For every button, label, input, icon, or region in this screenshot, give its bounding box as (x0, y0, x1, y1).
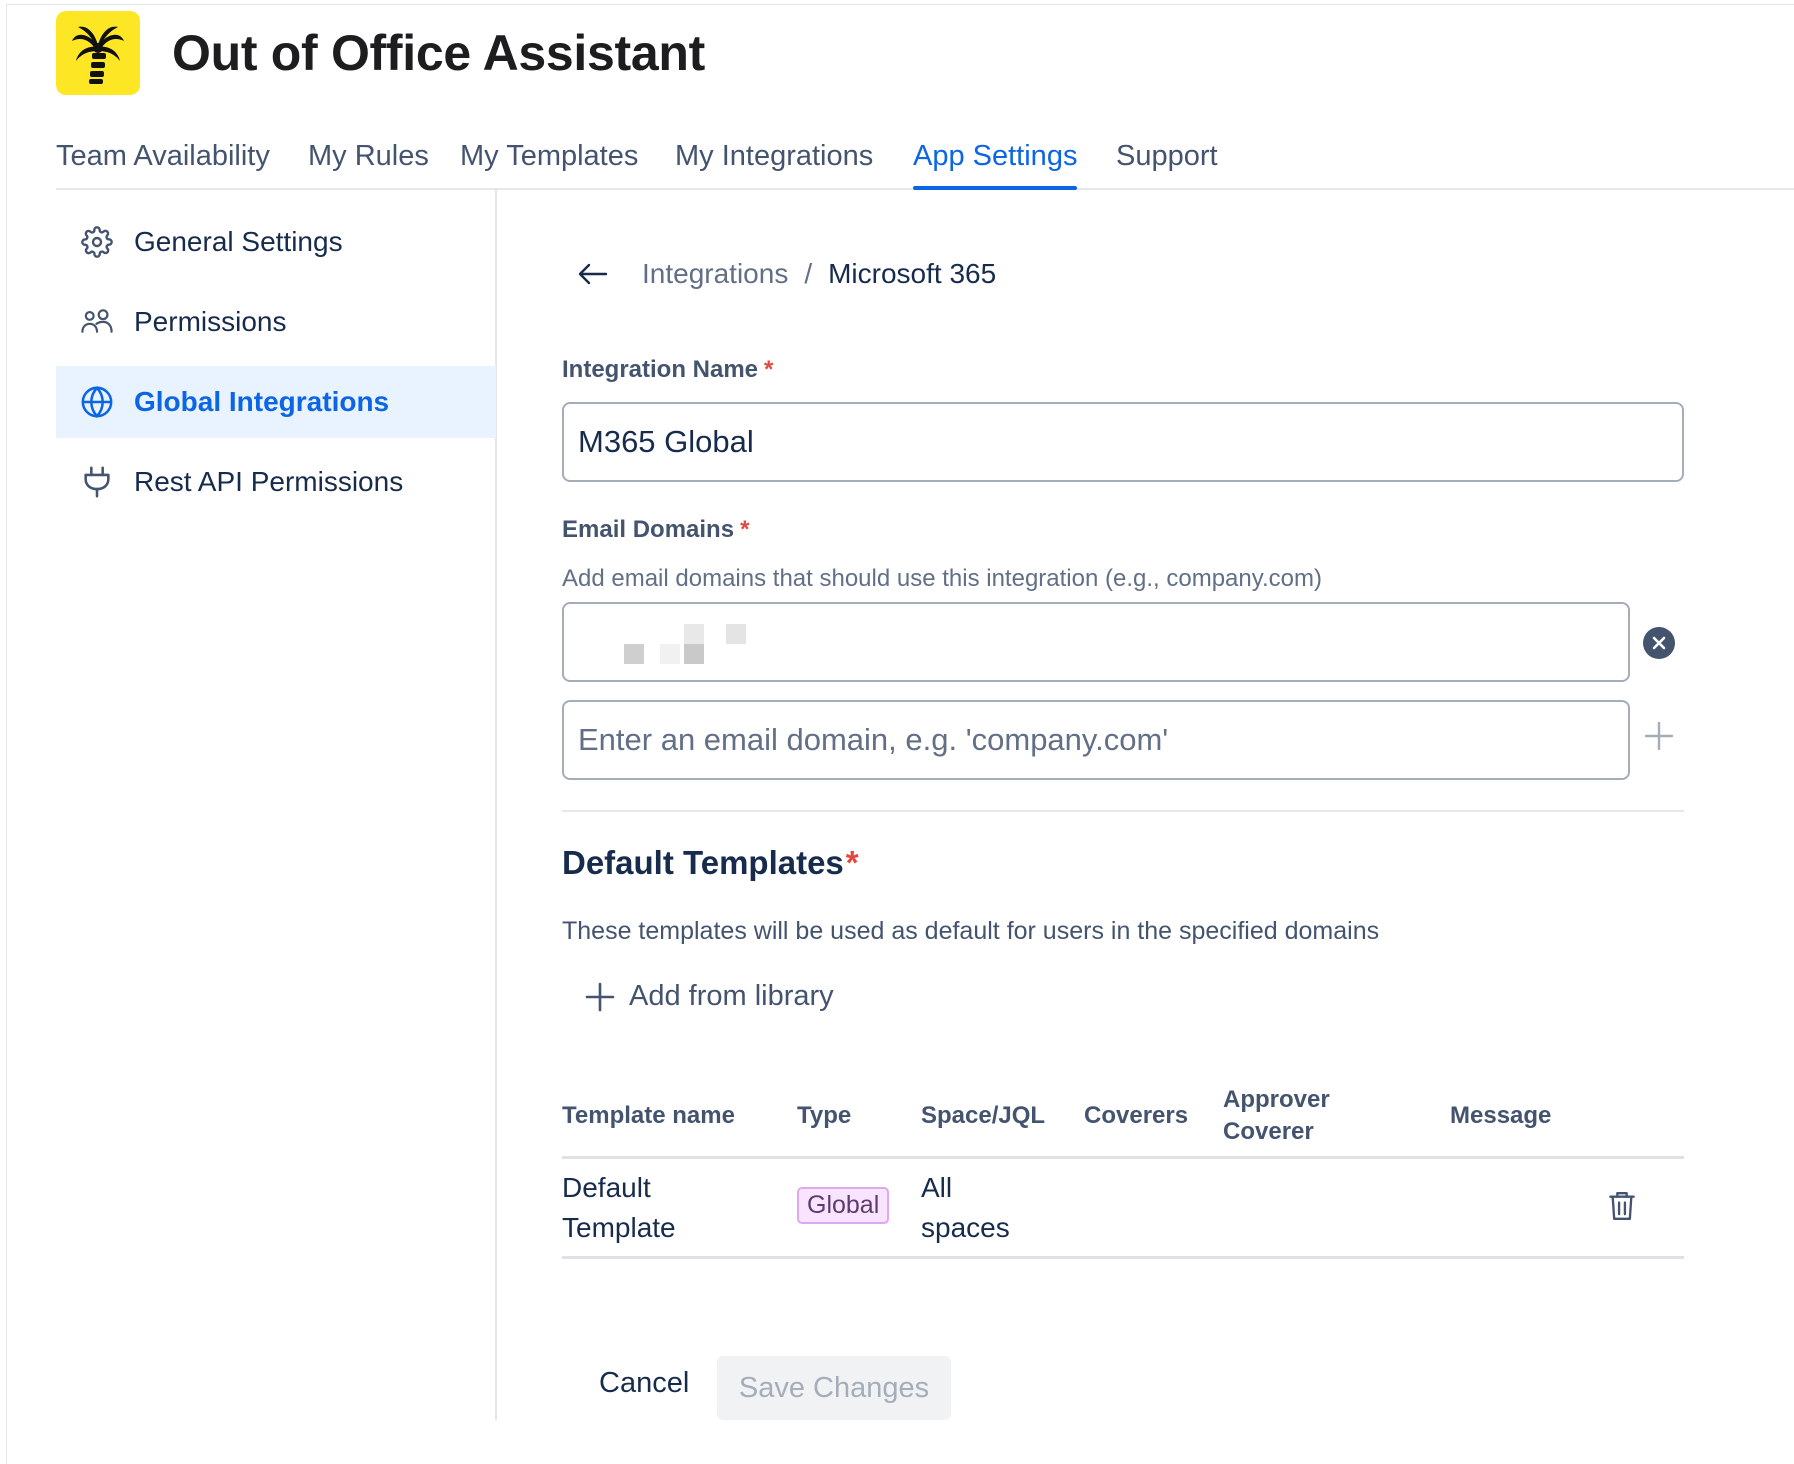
save-changes-button[interactable]: Save Changes (717, 1356, 951, 1420)
tab-team-availability[interactable]: Team Availability (56, 140, 270, 173)
redacted-pixel (660, 644, 680, 664)
tab-my-templates[interactable]: My Templates (460, 140, 638, 173)
email-domain-input-existing[interactable] (562, 602, 1630, 682)
delete-trash-icon[interactable] (1606, 1188, 1638, 1224)
redacted-pixel (624, 644, 644, 664)
default-templates-title-text: Default Templates (562, 844, 844, 881)
column-header-type: Type (797, 1102, 852, 1129)
integration-name-input[interactable] (562, 402, 1684, 482)
section-divider (562, 810, 1684, 812)
default-templates-title: Default Templates* (562, 844, 859, 882)
sidebar-item-general-settings[interactable]: General Settings (56, 206, 496, 278)
integration-name-label: Integration Name * (562, 356, 773, 384)
email-domains-label-text: Email Domains (562, 516, 735, 543)
table-row-divider (562, 1256, 1684, 1259)
redacted-pixel (684, 644, 704, 664)
users-icon (80, 305, 114, 339)
sidebar-item-label: Global Integrations (134, 386, 390, 417)
column-header-template-name: Template name (562, 1102, 735, 1129)
breadcrumb: Integrations / Microsoft 365 (642, 258, 996, 290)
email-domains-hint: Add email domains that should use this i… (562, 565, 1322, 592)
plug-icon (80, 465, 114, 499)
main-content: Integrations / Microsoft 365 Integration… (497, 190, 1794, 1464)
sidebar-item-label: Permissions (134, 306, 287, 337)
required-marker: * (740, 516, 750, 543)
tab-app-settings[interactable]: App Settings (913, 140, 1078, 190)
type-badge: Global (797, 1187, 890, 1224)
add-from-library-label: Add from library (629, 980, 834, 1012)
plus-icon (585, 982, 615, 1012)
sidebar-item-label: General Settings (134, 226, 343, 257)
new-email-domain-input[interactable] (562, 700, 1630, 780)
sidebar-item-label: Rest API Permissions (134, 466, 404, 497)
remove-domain-close-icon[interactable] (1643, 627, 1675, 659)
palm-tree-icon (56, 11, 140, 95)
sidebar-item-permissions[interactable]: Permissions (56, 286, 496, 358)
breadcrumb-integrations-link[interactable]: Integrations (642, 258, 788, 290)
column-header-approver-coverer: Approver Coverer (1223, 1086, 1330, 1145)
table-header-divider (562, 1156, 1684, 1159)
add-domain-plus-icon[interactable] (1643, 720, 1675, 752)
required-marker: * (764, 356, 774, 383)
default-templates-description: These templates will be used as default … (562, 917, 1380, 945)
tab-my-integrations[interactable]: My Integrations (675, 140, 873, 173)
tab-my-rules[interactable]: My Rules (308, 140, 429, 173)
column-header-coverers: Coverers (1084, 1102, 1189, 1129)
redacted-pixel (684, 624, 704, 644)
app-title: Out of Office Assistant (172, 25, 705, 81)
column-header-message: Message (1450, 1102, 1552, 1129)
template-name-cell: Default Template (562, 1172, 676, 1243)
email-domains-label: Email Domains * (562, 516, 749, 544)
sidebar-item-rest-api-permissions[interactable]: Rest API Permissions (56, 446, 496, 518)
breadcrumb-current: Microsoft 365 (828, 258, 997, 289)
integration-name-label-text: Integration Name (562, 356, 759, 383)
back-arrow-icon[interactable] (575, 256, 611, 292)
required-marker: * (845, 844, 859, 881)
breadcrumb-separator: / (804, 258, 813, 289)
space-jql-cell: All spaces (921, 1172, 1010, 1243)
globe-icon (80, 385, 114, 419)
cancel-button[interactable]: Cancel (587, 1355, 701, 1411)
sidebar-item-global-integrations[interactable]: Global Integrations (56, 366, 496, 438)
column-header-space-jql: Space/JQL (921, 1102, 1046, 1129)
add-from-library-button[interactable]: Add from library (585, 980, 834, 1013)
gear-icon (80, 225, 114, 259)
tab-support[interactable]: Support (1116, 140, 1218, 173)
redacted-pixel (726, 624, 746, 644)
top-tabs: Team Availability My Rules My Templates … (56, 128, 1794, 190)
settings-sidebar: General Settings Permissions Global Inte… (56, 190, 497, 1420)
app-header (56, 11, 140, 95)
